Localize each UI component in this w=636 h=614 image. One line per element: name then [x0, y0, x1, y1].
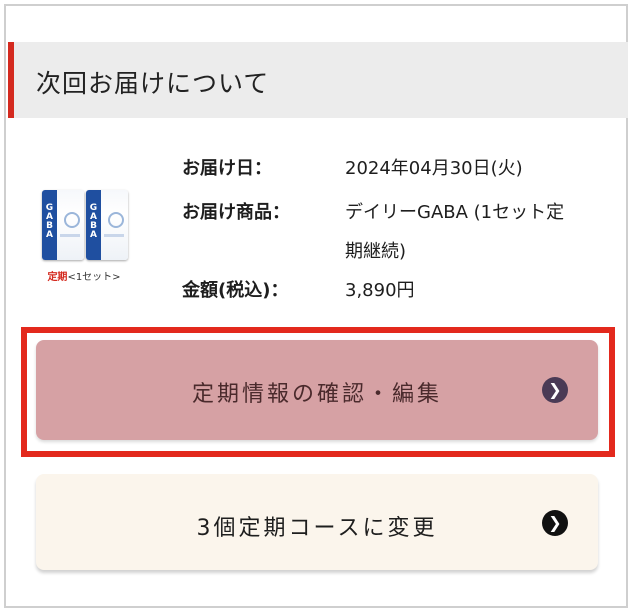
- pack-band: GABA: [42, 190, 57, 260]
- pack-logo-mark: [108, 212, 124, 228]
- product-pack: GABA: [86, 190, 128, 260]
- section-header: 次回お届けについて: [8, 42, 628, 118]
- delivery-date-value: 2024年04月30日(火): [345, 158, 523, 179]
- pack-stripe: [60, 234, 80, 237]
- section-title: 次回お届けについて: [36, 69, 270, 98]
- delivery-item-value: デイリーGABA (1セット定: [345, 202, 565, 223]
- subscription-tag: 定期: [47, 272, 68, 283]
- delivery-item-label: お届け商品：: [182, 202, 290, 223]
- product-image: GABA GABA 定期<1セット>: [36, 190, 132, 285]
- pack-band: GABA: [86, 190, 101, 260]
- product-caption: 定期<1セット>: [36, 268, 132, 283]
- edit-subscription-button[interactable]: 定期情報の確認・編集 ❯: [36, 340, 598, 440]
- change-course-button[interactable]: 3個定期コースに変更 ❯: [36, 474, 598, 570]
- price-value: 3,890円: [345, 280, 415, 301]
- delivery-date-label: お届け日：: [182, 158, 272, 179]
- chevron-right-circle-icon: ❯: [542, 377, 568, 403]
- chevron-right-circle-icon: ❯: [542, 510, 568, 536]
- change-course-label: 3個定期コースに変更: [196, 516, 438, 541]
- pack-stripe: [104, 234, 124, 237]
- set-count: <1セット>: [67, 272, 121, 283]
- product-pack: GABA: [42, 190, 84, 260]
- product-packs: GABA GABA: [36, 190, 132, 262]
- delivery-item-value-cont: 期継続): [345, 241, 407, 262]
- pack-brand-text: GABA: [89, 203, 98, 240]
- pack-brand-text: GABA: [45, 203, 54, 240]
- pack-logo-mark: [64, 212, 80, 228]
- edit-subscription-label: 定期情報の確認・編集: [191, 382, 442, 407]
- price-label: 金額(税込)：: [182, 280, 289, 301]
